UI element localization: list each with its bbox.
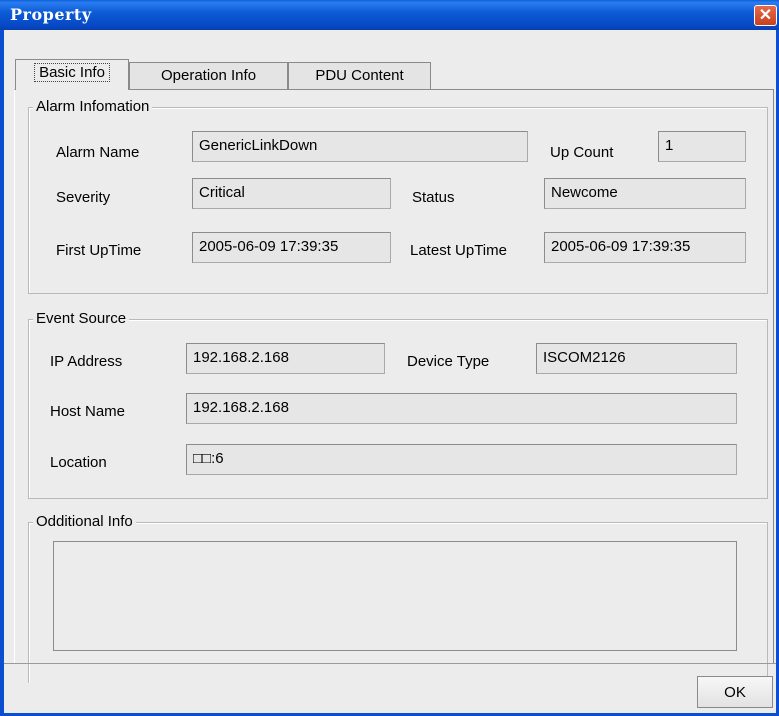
window-frame-left: [0, 30, 4, 716]
severity-label: Severity: [56, 189, 111, 206]
additional-info-textarea[interactable]: [53, 541, 737, 651]
location-field[interactable]: □□:6: [186, 444, 737, 475]
additional-info-title: Odditional Info: [33, 513, 136, 531]
close-button[interactable]: ✕: [754, 5, 777, 26]
event-source-title: Event Source: [33, 310, 130, 328]
up-count-field[interactable]: 1: [658, 131, 746, 162]
tab-operation-info[interactable]: Operation Info: [129, 62, 288, 89]
device-type-label: Device Type: [407, 353, 490, 370]
latest-uptime-label: Latest UpTime: [410, 242, 507, 259]
ip-address-label: IP Address: [50, 353, 123, 370]
alarm-name-label: Alarm Name: [56, 144, 140, 161]
host-name-field[interactable]: 192.168.2.168: [186, 393, 737, 424]
location-label: Location: [50, 454, 107, 471]
latest-uptime-field[interactable]: 2005-06-09 17:39:35: [544, 232, 746, 263]
tab-pdu-content[interactable]: PDU Content: [288, 62, 431, 89]
status-label: Status: [412, 189, 455, 206]
first-uptime-label: First UpTime: [56, 242, 142, 259]
up-count-label: Up Count: [550, 144, 614, 161]
property-dialog: Property ✕ Basic Info Operation Info PDU…: [0, 0, 779, 716]
tab-basic-info[interactable]: Basic Info: [15, 59, 129, 90]
close-icon: ✕: [758, 7, 773, 24]
tab-basic-info-label: Basic Info: [34, 63, 110, 82]
status-field[interactable]: Newcome: [544, 178, 746, 209]
host-name-label: Host Name: [50, 403, 126, 420]
tab-panel-basic-info: Alarm Infomation Alarm Name GenericLinkD…: [14, 89, 774, 683]
alarm-name-field[interactable]: GenericLinkDown: [192, 131, 528, 162]
alarm-information-title: Alarm Infomation: [33, 98, 153, 116]
window-title: Property: [10, 5, 92, 24]
first-uptime-field[interactable]: 2005-06-09 17:39:35: [192, 232, 391, 263]
footer-divider: [4, 663, 776, 664]
ok-button[interactable]: OK: [697, 676, 773, 708]
severity-field[interactable]: Critical: [192, 178, 391, 209]
tab-operation-info-label: Operation Info: [160, 67, 257, 84]
tab-pdu-content-label: PDU Content: [315, 67, 404, 84]
ip-address-field[interactable]: 192.168.2.168: [186, 343, 385, 374]
device-type-field[interactable]: ISCOM2126: [536, 343, 737, 374]
title-bar[interactable]: Property ✕: [0, 0, 779, 30]
